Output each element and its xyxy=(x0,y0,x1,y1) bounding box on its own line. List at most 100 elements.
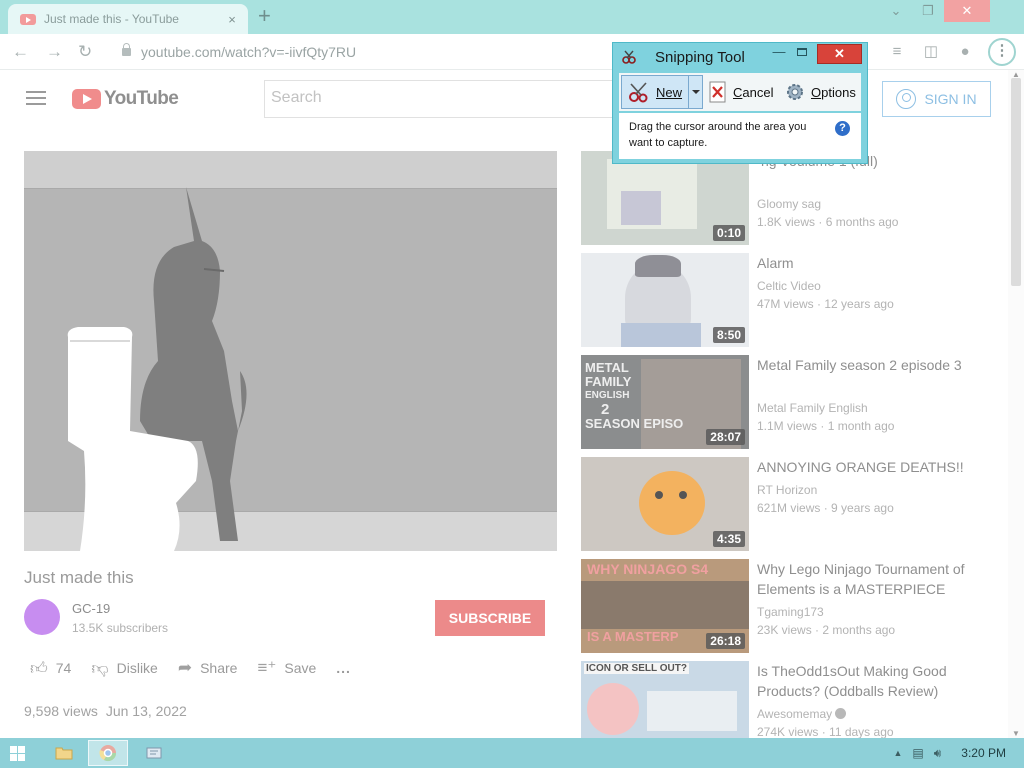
hamburger-menu-icon[interactable] xyxy=(26,91,46,105)
help-icon[interactable]: ? xyxy=(835,121,850,136)
back-arrow-icon[interactable]: ← xyxy=(12,42,29,62)
sign-in-label: SIGN IN xyxy=(924,91,977,107)
recommended-views: 274K views xyxy=(757,725,819,738)
channel-avatar[interactable] xyxy=(24,599,60,635)
more-actions-button[interactable]: ... xyxy=(336,660,351,676)
recommended-age: 11 days ago xyxy=(829,725,894,738)
scrollbar-thumb[interactable] xyxy=(1011,78,1021,286)
recommended-channel: Awesomemay xyxy=(757,707,847,721)
window-controls: ⌄ ❐ ✕ xyxy=(880,0,990,22)
video-thumbnail[interactable]: 0:10 xyxy=(581,151,749,245)
tab-close-icon[interactable]: × xyxy=(224,12,240,27)
video-player[interactable] xyxy=(24,151,557,551)
show-hidden-icons-icon[interactable]: ▲ xyxy=(893,748,902,758)
snip-close-button[interactable]: ✕ xyxy=(817,44,862,64)
video-duration: 0:10 xyxy=(712,225,745,241)
recommended-stats: 47M views · 12 years ago xyxy=(757,297,894,311)
video-duration: 4:35 xyxy=(712,531,745,547)
chrome-taskbar-item[interactable] xyxy=(88,740,128,766)
search-input[interactable]: Search xyxy=(264,80,624,118)
recommended-video[interactable]: METAL FAMILY ENGLISH 2 SEASON EPISO 28:0… xyxy=(581,355,971,449)
snipping-tool-titlebar[interactable]: Snipping Tool — ✕ xyxy=(613,43,867,71)
browser-menu-icon[interactable]: ⋮ xyxy=(988,38,1016,66)
minimize-window-button[interactable]: ⌄ xyxy=(880,0,912,22)
taskbar-clock[interactable]: 3:20 PM xyxy=(961,746,1006,760)
like-button[interactable]: 👍︎ 74 xyxy=(30,658,71,679)
recommended-video[interactable]: 4:35 ANNOYING ORANGE DEATHS!! RT Horizon… xyxy=(581,457,971,551)
youtube-favicon-icon xyxy=(20,13,36,25)
recommended-video[interactable]: 8:50 Alarm Celtic Video 47M views · 12 y… xyxy=(581,253,971,347)
snip-mode-dropdown[interactable] xyxy=(689,75,703,109)
recommended-views: 47M views xyxy=(757,297,814,311)
youtube-logo[interactable]: YouTube xyxy=(72,88,179,110)
new-snip-button[interactable]: New xyxy=(621,75,689,109)
thumbnail-text-bottom: IS A MASTERP xyxy=(587,629,679,644)
close-window-button[interactable]: ✕ xyxy=(944,0,990,22)
scissors-app-icon xyxy=(622,50,636,64)
video-thumbnail[interactable]: METAL FAMILY ENGLISH 2 SEASON EPISO 28:0… xyxy=(581,355,749,449)
side-panel-icon[interactable]: ◫ xyxy=(920,41,942,63)
snip-minimize-button[interactable]: — xyxy=(771,45,787,59)
recommended-stats: 23K views · 2 months ago xyxy=(757,623,896,637)
recommended-title: Why Lego Ninjago Tournament of Elements … xyxy=(757,561,965,597)
page-scrollbar[interactable]: ▲ ▼ xyxy=(1008,70,1024,738)
subscriber-count: 13.5K subscribers xyxy=(72,621,169,635)
snipping-tool-title: Snipping Tool xyxy=(655,49,745,66)
video-duration: 8:50 xyxy=(712,327,745,343)
video-thumbnail[interactable]: 4:35 xyxy=(581,457,749,551)
capture-instructions: Drag the cursor around the area you want… xyxy=(629,121,807,149)
snipping-tool-taskbar-item[interactable] xyxy=(134,740,174,766)
recommended-channel: Metal Family English xyxy=(757,401,868,415)
more-dots-icon: ... xyxy=(336,660,351,676)
share-button[interactable]: ➦ Share xyxy=(178,658,238,678)
file-explorer-taskbar-item[interactable] xyxy=(44,740,84,766)
recommended-views: 1.1M views xyxy=(757,419,818,433)
browser-tab[interactable]: Just made this - YouTube × xyxy=(8,4,248,34)
video-duration: 28:07 xyxy=(706,429,745,445)
network-icon[interactable]: ▤ xyxy=(912,746,923,760)
new-tab-button[interactable]: + xyxy=(258,4,271,28)
sign-in-button[interactable]: SIGN IN xyxy=(882,81,991,117)
reload-icon[interactable]: ↻ xyxy=(78,42,92,62)
lock-icon xyxy=(122,43,131,56)
recommended-video[interactable]: 0:10 ng Voulume 1 (full) Gloomy sag 1.8K… xyxy=(581,151,971,245)
address-bar-row: ← → ↻ youtube.com/watch?v=-iivfQty7RU ≡ … xyxy=(0,34,1024,70)
volume-icon[interactable]: 🔊︎ xyxy=(934,746,942,761)
recommended-age: 1 month ago xyxy=(827,419,895,433)
recommended-age: 2 months ago xyxy=(822,623,896,637)
restore-window-button[interactable]: ❐ xyxy=(912,0,944,22)
channel-name[interactable]: GC-19 xyxy=(72,601,110,616)
recommended-age: 12 years ago xyxy=(824,297,894,311)
windows-start-icon[interactable] xyxy=(10,746,25,761)
save-button[interactable]: ≡⁺ Save xyxy=(257,658,316,678)
forward-arrow-icon[interactable]: → xyxy=(46,42,63,62)
new-snip-label: New xyxy=(656,84,683,100)
new-snip-scissors-icon xyxy=(629,82,648,103)
scroll-down-arrow-icon[interactable]: ▼ xyxy=(1012,729,1020,738)
snipping-tool-taskbar-icon xyxy=(146,747,162,759)
options-button[interactable]: Options xyxy=(785,75,856,109)
dislike-button[interactable]: 👎︎ Dislike xyxy=(91,658,158,679)
thumbs-up-icon: 👍︎ xyxy=(30,658,48,678)
subscribe-button[interactable]: SUBSCRIBE xyxy=(435,600,545,636)
dislike-label: Dislike xyxy=(116,660,158,676)
recommended-video[interactable]: WHY NINJAGO S4 IS A MASTERP 26:18 Why Le… xyxy=(581,559,971,653)
cancel-snip-button[interactable]: Cancel xyxy=(709,75,773,109)
snipping-tool-window: Snipping Tool — ✕ New Cancel Options Dra… xyxy=(612,42,868,164)
recommended-channel: Gloomy sag xyxy=(757,197,822,211)
recommended-video[interactable]: ICON OR SELL OUT? Is TheOdd1sOut Making … xyxy=(581,661,971,738)
snipping-tool-toolbar: New Cancel Options xyxy=(619,73,861,111)
snip-maximize-button[interactable] xyxy=(797,48,807,56)
recommended-views: 23K views xyxy=(757,623,812,637)
video-thumbnail[interactable]: 8:50 xyxy=(581,253,749,347)
recommended-title: ANNOYING ORANGE DEATHS!! xyxy=(757,459,964,475)
url-text: youtube.com/watch?v=-iivfQty7RU xyxy=(141,44,357,60)
thumbs-down-icon: 👎︎ xyxy=(91,658,109,678)
video-thumbnail[interactable]: WHY NINJAGO S4 IS A MASTERP 26:18 xyxy=(581,559,749,653)
thumbnail-text: ICON OR SELL OUT? xyxy=(584,663,689,674)
thumbnail-text: METAL FAMILY ENGLISH 2 SEASON EPISO xyxy=(585,360,684,431)
video-thumbnail[interactable]: ICON OR SELL OUT? xyxy=(581,661,749,738)
profile-icon[interactable]: ● xyxy=(954,41,976,63)
reading-list-icon[interactable]: ≡ xyxy=(886,41,908,63)
folder-icon xyxy=(55,747,73,760)
